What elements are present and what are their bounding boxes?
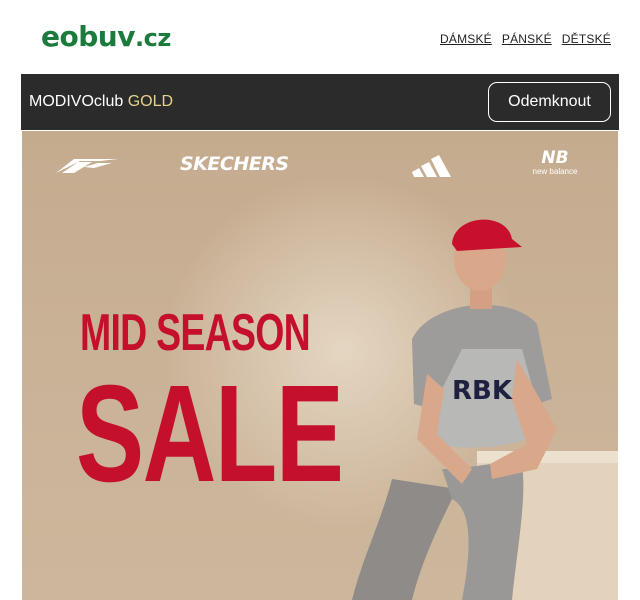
reebok-logo-icon [56, 159, 118, 173]
club-label: MODIVOclub GOLD [29, 93, 173, 111]
nav-link-damske[interactable]: DÁMSKÉ [440, 32, 492, 46]
nav-link-panske[interactable]: PÁNSKÉ [502, 32, 552, 46]
skechers-logo: SKECHERS [180, 153, 289, 175]
header: eobuv.cz DÁMSKÉ PÁNSKÉ DĚTSKÉ [0, 0, 640, 74]
club-label-gold: GOLD [127, 93, 174, 110]
unlock-button[interactable]: Odemknout [488, 82, 611, 122]
mid-season-sale-banner[interactable]: SKECHERS NB new balance MID SEASON SALE … [22, 131, 618, 600]
main-nav: DÁMSKÉ PÁNSKÉ DĚTSKÉ [440, 32, 611, 46]
model-photo-image: RBK [352, 219, 618, 600]
new-balance-mark-icon: NB [541, 148, 569, 168]
new-balance-wordmark: new balance [532, 167, 578, 176]
club-label-prefix: MODIVOclub [29, 93, 124, 110]
headline-sale: SALE [76, 357, 344, 511]
adidas-logo-icon [412, 155, 451, 177]
headline-mid-season: MID SEASON [80, 304, 311, 362]
logo-tld-text: .cz [134, 24, 171, 52]
modivo-club-bar: MODIVOclub GOLD Odemknout [21, 74, 619, 130]
logo-main-text: eobuv [41, 20, 135, 53]
nav-link-detske[interactable]: DĚTSKÉ [562, 32, 611, 46]
new-balance-logo: NB new balance [527, 149, 583, 181]
shirt-print-text: RBK [452, 376, 513, 406]
eobuv-logo[interactable]: eobuv.cz [41, 20, 171, 55]
